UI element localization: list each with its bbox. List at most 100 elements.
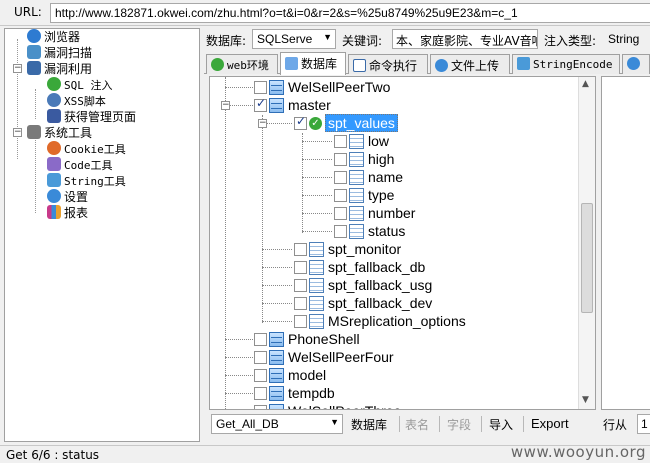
nav-sql-injection[interactable]: SQL 注入 <box>47 77 113 93</box>
tab-database[interactable]: 数据库 <box>280 52 346 75</box>
check-ok-icon: ✓ <box>309 117 322 130</box>
scroll-thumb[interactable] <box>581 203 593 313</box>
column-icon <box>349 134 364 149</box>
string-icon <box>47 173 61 187</box>
tree-checkbox[interactable] <box>254 351 267 364</box>
nav-report[interactable]: 报表 <box>47 205 88 221</box>
collapse-exploit-toggle[interactable]: − <box>13 64 22 73</box>
tree-scrollbar[interactable]: ▲ ▼ <box>578 77 595 409</box>
db-type-select[interactable]: SQLServe ▼ <box>252 29 336 49</box>
tree-checkbox[interactable] <box>254 81 267 94</box>
tree-checkbox[interactable] <box>294 279 307 292</box>
tree-checkbox[interactable] <box>254 405 267 409</box>
row-from-label: 行从 <box>603 418 628 432</box>
status-bar: Get 6/6 : status www.wooyun.org <box>0 443 650 463</box>
tree-checkbox[interactable] <box>334 171 347 184</box>
tree-checkbox[interactable] <box>334 207 347 220</box>
keyword-label: 关键词: <box>342 34 383 48</box>
gear-icon <box>47 189 61 203</box>
watermark-text: www.wooyun.org <box>510 443 646 461</box>
encode-icon <box>517 57 530 70</box>
admin-user-icon <box>47 109 61 123</box>
export-button[interactable]: Export <box>531 416 569 431</box>
stored-procedure-select[interactable]: Get_All_DB ▼ <box>211 414 343 434</box>
upload-icon <box>435 59 448 72</box>
database-button[interactable]: 数据库 <box>351 416 387 433</box>
database-icon <box>269 80 284 95</box>
url-bar: URL: http://www.182871.okwei.com/zhu.htm… <box>0 0 650 26</box>
status-text: Get 6/6 : status <box>6 448 100 462</box>
url-input[interactable]: http://www.182871.okwei.com/zhu.html?o=t… <box>50 3 650 23</box>
tree-checkbox[interactable] <box>334 153 347 166</box>
database-icon <box>269 98 284 113</box>
scroll-up-icon[interactable]: ▲ <box>582 79 589 89</box>
database-tree: WelSellPeerTwo − master − ✓ spt_values l… <box>209 76 596 410</box>
settings-tab-icon <box>627 57 640 70</box>
tree-checkbox[interactable] <box>294 243 307 256</box>
nav-xss-script[interactable]: XSS脚本 <box>47 93 106 109</box>
tab-string-encode[interactable]: StringEncode <box>512 54 620 74</box>
nav-settings[interactable]: 设置 <box>47 189 88 205</box>
left-nav-tree: 浏览器 漏洞扫描 − 漏洞利用 SQL 注入 XSS脚本 获得管理页面 − 系统… <box>4 28 200 442</box>
import-button[interactable]: 导入 <box>489 416 513 433</box>
nav-vuln-exploit[interactable]: 漏洞利用 <box>27 61 92 77</box>
column-icon <box>349 152 364 167</box>
tab-settings[interactable] <box>622 54 650 74</box>
database-icon <box>269 350 284 365</box>
column-icon <box>349 224 364 239</box>
field-button[interactable]: 字段 <box>447 416 471 433</box>
column-icon <box>349 206 364 221</box>
tab-web-env[interactable]: web环境 <box>206 54 278 74</box>
nav-system-tools[interactable]: 系统工具 <box>27 125 92 141</box>
db-type-label: 数据库: <box>206 34 247 48</box>
command-icon <box>353 59 366 72</box>
table-name-button[interactable]: 表名 <box>405 416 429 433</box>
code-icon <box>47 157 61 171</box>
table-icon <box>309 314 324 329</box>
url-label: URL: <box>14 5 42 19</box>
tree-checkbox[interactable] <box>294 114 307 130</box>
row-from-input[interactable]: 1 <box>637 414 650 434</box>
query-options-bar: 数据库: SQLServe ▼ 关键词: 本、家庭影院、专业AV音响 注入类型:… <box>204 28 650 50</box>
nav-code-tool[interactable]: Code工具 <box>47 157 113 173</box>
nav-browser[interactable]: 浏览器 <box>27 29 80 45</box>
tree-checkbox[interactable] <box>254 369 267 382</box>
table-icon <box>309 260 324 275</box>
inject-type-value[interactable]: String <box>608 32 639 46</box>
tree-checkbox[interactable] <box>294 297 307 310</box>
chevron-down-icon: ▼ <box>330 417 339 427</box>
scroll-down-icon[interactable]: ▼ <box>582 395 589 405</box>
tree-checkbox[interactable] <box>334 225 347 238</box>
collapse-toggle[interactable]: − <box>258 119 267 128</box>
column-icon <box>349 170 364 185</box>
database-icon <box>269 404 284 409</box>
collapse-toggle[interactable]: − <box>221 101 230 110</box>
tree-checkbox[interactable] <box>254 333 267 346</box>
tree-checkbox[interactable] <box>334 135 347 148</box>
database-icon <box>269 386 284 401</box>
keyword-input[interactable]: 本、家庭影院、专业AV音响 <box>392 29 538 49</box>
collapse-tools-toggle[interactable]: − <box>13 128 22 137</box>
sql-check-icon <box>47 77 61 91</box>
nav-vuln-scan[interactable]: 漏洞扫描 <box>27 45 92 61</box>
database-icon <box>269 332 284 347</box>
table-icon <box>309 242 324 257</box>
result-panel <box>601 76 650 410</box>
inject-type-label: 注入类型: <box>544 34 597 48</box>
tree-checkbox[interactable] <box>334 189 347 202</box>
tab-file-upload[interactable]: 文件上传 <box>430 54 510 74</box>
tree-checkbox[interactable] <box>294 315 307 328</box>
table-icon <box>309 278 324 293</box>
tree-checkbox[interactable] <box>254 96 267 112</box>
web-env-icon <box>211 58 224 71</box>
tab-bar: web环境 数据库 命令执行 文件上传 StringEncode <box>204 52 650 75</box>
chevron-down-icon: ▼ <box>323 32 332 42</box>
tab-command-exec[interactable]: 命令执行 <box>348 54 428 74</box>
nav-admin-page[interactable]: 获得管理页面 <box>47 109 136 125</box>
tree-checkbox[interactable] <box>254 387 267 400</box>
table-icon <box>309 296 324 311</box>
tree-checkbox[interactable] <box>294 261 307 274</box>
nav-cookie-tool[interactable]: Cookie工具 <box>47 141 126 157</box>
report-chart-icon <box>47 205 61 219</box>
nav-string-tool[interactable]: String工具 <box>47 173 126 189</box>
